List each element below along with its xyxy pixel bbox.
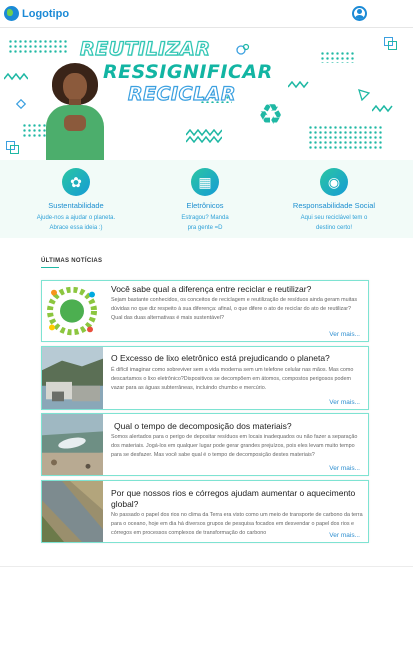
news-excerpt: É difícil imaginar como sobreviver sem a… <box>111 367 354 391</box>
globe-in-hand-icon: ◉ <box>320 168 348 196</box>
logo-text: Logotipo <box>22 7 70 20</box>
footer-divider <box>0 566 413 567</box>
triangle-decoration <box>358 89 370 101</box>
dot-grid-decoration <box>308 125 384 151</box>
diamond-decoration <box>16 99 26 109</box>
feature-description: Estragou? Manda pra gente =D <box>181 215 229 231</box>
news-title[interactable]: Qual o tempo de decomposição dos materia… <box>114 421 364 432</box>
feature-title: Eletrônicos <box>186 201 224 210</box>
recycle-icon: ♻ <box>258 99 284 130</box>
top-header: Logotipo <box>0 0 413 28</box>
news-title[interactable]: Você sabe qual a diferença entre recicla… <box>111 284 364 295</box>
news-title[interactable]: O Excesso de lixo eletrônico está prejud… <box>111 353 364 364</box>
features-strip: ✿ Sustentabilidade Ajude-nos a ajudar o … <box>0 160 413 238</box>
hero-title-reciclar: RECICLAR <box>127 82 237 105</box>
news-card[interactable]: Qual o tempo de decomposição dos materia… <box>41 413 369 476</box>
read-more-link[interactable]: Ver mais... <box>329 465 360 472</box>
hero-title-reutilizar: REUTILIZAR <box>79 37 211 60</box>
feature-eletronicos: ▦ Eletrônicos Estragou? Manda pra gente … <box>145 168 265 233</box>
news-excerpt: No passado o papel dos rios no clima da … <box>111 512 363 536</box>
zigzag-decoration <box>186 129 222 143</box>
hero-title-ressignificar: RESSIGNIFICAR <box>103 61 273 83</box>
globe-icon <box>4 6 19 21</box>
news-card[interactable]: Por que nossos rios e córregos ajudam au… <box>41 480 369 543</box>
hero-person-illustration <box>44 63 104 160</box>
news-thumbnail-recycling <box>42 281 103 341</box>
section-title: ÚLTIMAS NOTÍCIAS <box>41 258 103 268</box>
zigzag-decoration <box>4 73 28 81</box>
user-circle-icon[interactable] <box>352 6 367 21</box>
circuit-board-icon: ▦ <box>191 168 219 196</box>
square-decoration <box>10 145 19 154</box>
news-title[interactable]: Por que nossos rios e córregos ajudam au… <box>111 488 364 510</box>
dot-grid-decoration <box>8 39 68 53</box>
feature-description: Ajude-nos a ajudar o planeta. Abrace ess… <box>36 215 116 231</box>
zigzag-decoration <box>372 105 393 113</box>
feature-responsabilidade-social: ◉ Responsabilidade Social Aqui seu recic… <box>274 168 394 233</box>
dot-grid-decoration <box>320 51 356 63</box>
ring-decoration <box>236 43 250 55</box>
news-thumbnail-beach-waste <box>42 414 103 475</box>
news-thumbnail-river <box>42 481 103 542</box>
news-card[interactable]: Você sabe qual a diferença entre recicla… <box>41 280 369 342</box>
logo[interactable]: Logotipo <box>4 6 69 21</box>
news-excerpt: Somos alertados para o perigo de deposit… <box>111 434 358 458</box>
feature-description: Aqui seu reciclável tem o destino certo! <box>300 215 368 231</box>
plant-in-hand-icon: ✿ <box>62 168 90 196</box>
feature-sustentabilidade: ✿ Sustentabilidade Ajude-nos a ajudar o … <box>16 168 136 233</box>
square-decoration <box>388 41 397 50</box>
feature-title: Responsabilidade Social <box>292 201 376 210</box>
news-card[interactable]: O Excesso de lixo eletrônico está prejud… <box>41 346 369 410</box>
feature-title: Sustentabilidade <box>48 201 104 210</box>
read-more-link[interactable]: Ver mais... <box>329 331 360 338</box>
news-thumbnail-electronic-waste <box>42 347 103 409</box>
hero-banner: REUTILIZAR RESSIGNIFICAR RECICLAR ♻ <box>0 29 413 160</box>
read-more-link[interactable]: Ver mais... <box>329 399 360 406</box>
news-excerpt: Sejam bastante conhecidos, os conceitos … <box>111 297 358 321</box>
zigzag-decoration <box>288 81 309 89</box>
read-more-link[interactable]: Ver mais... <box>329 532 360 539</box>
